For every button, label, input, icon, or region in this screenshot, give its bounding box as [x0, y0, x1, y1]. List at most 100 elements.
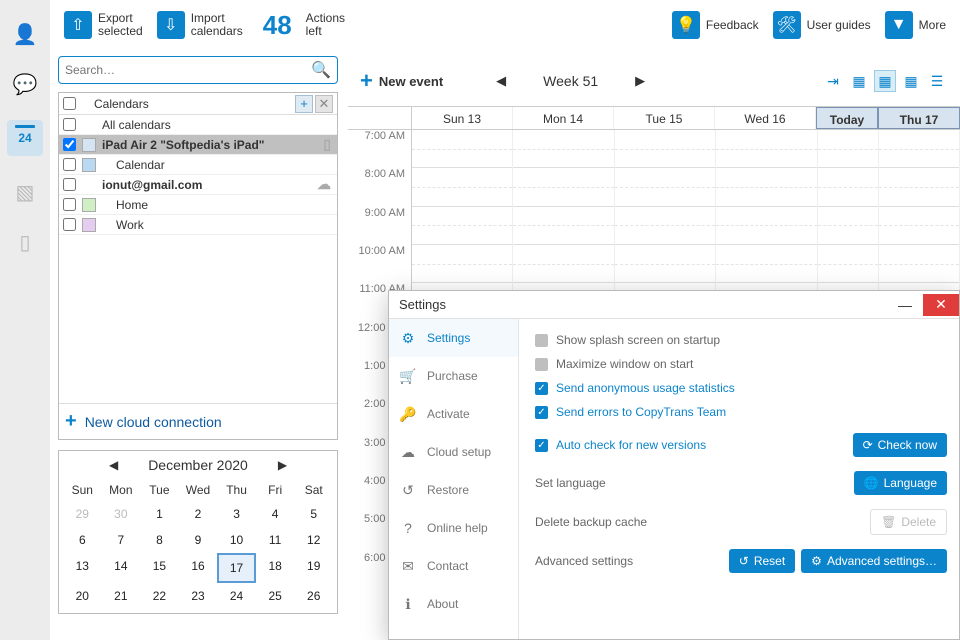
- time-slot[interactable]: [615, 245, 715, 283]
- import-calendars-button[interactable]: ⇩ Import calendars: [157, 11, 243, 39]
- calendar-checkbox[interactable]: [63, 178, 76, 191]
- time-slot[interactable]: [615, 130, 715, 168]
- settings-nav-item[interactable]: 🔑Activate: [389, 395, 518, 433]
- mini-cal-day[interactable]: 13: [63, 553, 102, 583]
- time-slot[interactable]: [412, 168, 512, 206]
- send-errors-checkbox[interactable]: ✓: [535, 406, 548, 419]
- settings-nav-item[interactable]: 🛒Purchase: [389, 357, 518, 395]
- delete-backup-button[interactable]: 🗑Delete: [870, 509, 947, 535]
- mini-cal-day[interactable]: 25: [256, 583, 295, 609]
- export-selected-button[interactable]: ⇧ Export selected: [64, 11, 143, 39]
- calendar-row[interactable]: Calendar: [59, 155, 337, 175]
- settings-nav-item[interactable]: ↺Restore: [389, 471, 518, 509]
- next-week-button[interactable]: ▶: [632, 73, 648, 89]
- time-slot[interactable]: [513, 130, 613, 168]
- close-button[interactable]: ✕: [923, 294, 959, 316]
- settings-nav-item[interactable]: ℹAbout: [389, 585, 518, 623]
- settings-nav-item[interactable]: ?Online help: [389, 509, 518, 547]
- time-slot[interactable]: [513, 245, 613, 283]
- time-slot[interactable]: [615, 168, 715, 206]
- mini-cal-day[interactable]: 2: [179, 501, 218, 527]
- weekday-header[interactable]: Tue 15: [614, 107, 715, 129]
- time-slot[interactable]: [879, 130, 959, 168]
- view-list-button[interactable]: ☰: [926, 70, 948, 92]
- weekday-header[interactable]: Wed 16: [715, 107, 816, 129]
- mini-cal-day[interactable]: 18: [256, 553, 295, 583]
- settings-nav-item[interactable]: ☁Cloud setup: [389, 433, 518, 471]
- search-box[interactable]: 🔍: [58, 56, 338, 84]
- anon-stats-checkbox[interactable]: ✓: [535, 382, 548, 395]
- settings-nav-item[interactable]: ⚙Settings: [389, 319, 518, 357]
- check-now-button[interactable]: ⟳Check now: [853, 433, 947, 457]
- calendar-checkbox[interactable]: [63, 118, 76, 131]
- time-slot[interactable]: [716, 130, 816, 168]
- new-event-button[interactable]: + New event: [360, 68, 443, 94]
- user-guides-button[interactable]: 🛠 User guides: [773, 11, 871, 39]
- view-week-button[interactable]: ▦: [874, 70, 896, 92]
- time-slot[interactable]: [716, 245, 816, 283]
- weekday-header[interactable]: Mon 14: [513, 107, 614, 129]
- time-slot[interactable]: [513, 168, 613, 206]
- mini-cal-day[interactable]: 3: [217, 501, 256, 527]
- calendar-checkbox[interactable]: [63, 158, 76, 171]
- mini-cal-day[interactable]: 1: [140, 501, 179, 527]
- time-slot[interactable]: [412, 130, 512, 168]
- search-input[interactable]: [65, 63, 311, 77]
- time-slot[interactable]: [716, 168, 816, 206]
- mini-cal-day[interactable]: 29: [63, 501, 102, 527]
- reset-button[interactable]: ↺Reset: [729, 549, 795, 573]
- mini-cal-day[interactable]: 20: [63, 583, 102, 609]
- time-slot[interactable]: [879, 207, 959, 245]
- maximize-checkbox[interactable]: [535, 358, 548, 371]
- auto-check-checkbox[interactable]: ✓: [535, 439, 548, 452]
- messages-icon[interactable]: 💬: [11, 70, 39, 98]
- time-slot[interactable]: [513, 207, 613, 245]
- time-slot[interactable]: [412, 245, 512, 283]
- mini-cal-day[interactable]: 16: [179, 553, 218, 583]
- view-month-button[interactable]: ▦: [900, 70, 922, 92]
- time-slot[interactable]: [716, 207, 816, 245]
- prev-month-button[interactable]: ◀: [109, 458, 118, 472]
- calendar-row[interactable]: Home: [59, 195, 337, 215]
- mini-cal-day[interactable]: 14: [102, 553, 141, 583]
- time-slot[interactable]: [818, 207, 878, 245]
- calendar-row[interactable]: iPad Air 2 "Softpedia's iPad"▯: [59, 135, 337, 155]
- mini-cal-day[interactable]: 7: [102, 527, 141, 553]
- mini-cal-day[interactable]: 6: [63, 527, 102, 553]
- weekday-header[interactable]: Sun 13: [412, 107, 513, 129]
- add-calendar-button[interactable]: +: [295, 95, 313, 113]
- mini-cal-day[interactable]: 12: [294, 527, 333, 553]
- select-all-calendars-checkbox[interactable]: [63, 97, 76, 110]
- mini-cal-day[interactable]: 11: [256, 527, 295, 553]
- next-month-button[interactable]: ▶: [278, 458, 287, 472]
- more-button[interactable]: ▼ More: [885, 11, 946, 39]
- device-icon[interactable]: ▯: [11, 228, 39, 256]
- calendar-checkbox[interactable]: [63, 218, 76, 231]
- time-slot[interactable]: [615, 207, 715, 245]
- weekday-header[interactable]: Today: [816, 107, 878, 129]
- mini-cal-day[interactable]: 23: [179, 583, 218, 609]
- time-slot[interactable]: [879, 168, 959, 206]
- time-slot[interactable]: [818, 168, 878, 206]
- minimize-button[interactable]: —: [887, 294, 923, 316]
- calendar-row[interactable]: Work: [59, 215, 337, 235]
- prev-week-button[interactable]: ◀: [493, 73, 509, 89]
- weekday-header[interactable]: Thu 17: [878, 107, 960, 129]
- mini-cal-day[interactable]: 17: [217, 553, 256, 583]
- mini-cal-day[interactable]: 9: [179, 527, 218, 553]
- mini-cal-day[interactable]: 8: [140, 527, 179, 553]
- time-slot[interactable]: [818, 130, 878, 168]
- mini-cal-day[interactable]: 21: [102, 583, 141, 609]
- mini-cal-day[interactable]: 26: [294, 583, 333, 609]
- calendar-checkbox[interactable]: [63, 198, 76, 211]
- calendar-row[interactable]: ionut@gmail.com☁: [59, 175, 337, 195]
- mini-cal-day[interactable]: 22: [140, 583, 179, 609]
- advanced-settings-button[interactable]: ⚙Advanced settings…: [801, 549, 947, 573]
- time-slot[interactable]: [412, 207, 512, 245]
- mini-cal-day[interactable]: 15: [140, 553, 179, 583]
- search-icon[interactable]: 🔍: [311, 60, 331, 80]
- settings-nav-item[interactable]: ✉Contact: [389, 547, 518, 585]
- mini-cal-day[interactable]: 30: [102, 501, 141, 527]
- splash-checkbox[interactable]: [535, 334, 548, 347]
- mini-cal-day[interactable]: 4: [256, 501, 295, 527]
